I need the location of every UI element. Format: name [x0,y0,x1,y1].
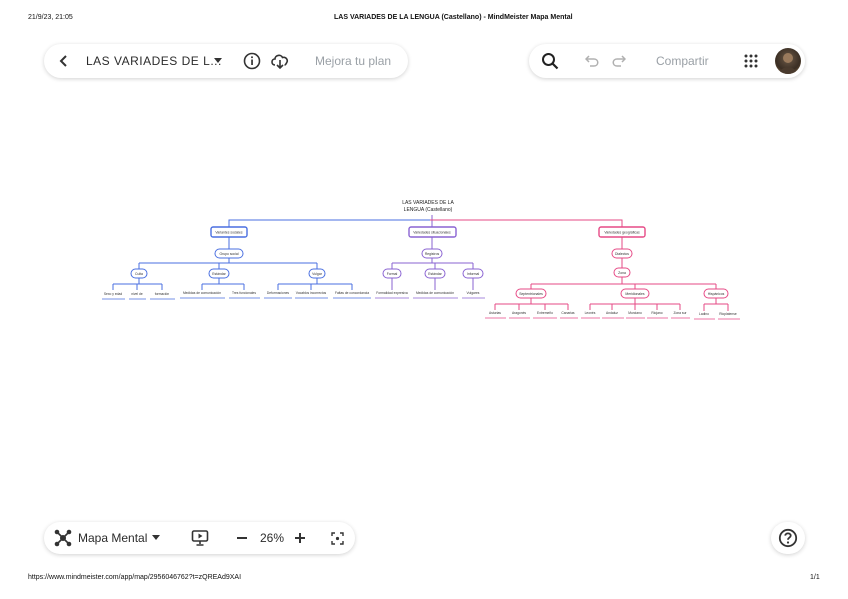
leaf-vocablos-incorrectos[interactable]: Vocablos incorrectos [296,291,327,295]
leaf-extremeno[interactable]: Extremeño [537,311,553,315]
node-culta[interactable]: Culta [135,272,143,276]
undo-icon [584,55,598,67]
share-button[interactable]: Compartir [656,54,709,68]
root-node-line1[interactable]: LAS VARIADES DE LA [402,200,454,206]
leaf-vulgares[interactable]: Vulgares [467,291,480,295]
leaf-deformaciones[interactable]: Deformaciones [267,291,290,295]
mind-map-canvas[interactable]: LAS VARIADES DE LA LENGUA (Castellano) V… [0,0,848,599]
minus-icon [237,537,247,539]
map-title-toolbar: LAS VARIADES DE L... Mejora tu plan [44,44,408,78]
leaf-tres-funcionales[interactable]: Tres funcionales [232,291,256,295]
node-variedades-geograficas[interactable]: Variedades geográficas [604,231,640,235]
title-dropdown-button[interactable] [211,54,225,68]
leaf-leones[interactable]: Leonés [585,311,596,315]
node-informal[interactable]: Informal [467,272,479,276]
node-meridionales[interactable]: Meridionales [625,292,645,296]
node-registros[interactable]: Registros [425,252,440,256]
presentation-button[interactable] [190,528,210,548]
redo-icon [612,55,626,67]
node-estandar-registro[interactable]: Estándar [428,272,442,276]
info-button[interactable] [242,51,262,71]
print-page-number: 1/1 [810,574,820,581]
leaf-medidas-comunicacion-social[interactable]: Medidas de comunicación [183,291,221,295]
print-url: https://www.mindmeister.com/app/map/2956… [28,574,242,581]
leaf-andaluz[interactable]: Andaluz [606,311,618,315]
view-toolbar: Mapa Mental 26% [44,522,355,554]
leaf-zona-sur[interactable]: Zona sur [673,311,687,315]
leaf-sexo-edad[interactable]: Sexo y edad [104,292,122,296]
fit-screen-icon [330,531,344,545]
upgrade-plan-link[interactable]: Mejora tu plan [315,54,391,68]
node-estandar-social[interactable]: Estándar [212,272,226,276]
node-formal[interactable]: Formal [387,272,398,276]
cloud-download-button[interactable] [269,51,291,71]
print-datetime: 21/9/23, 21:05 [28,14,73,21]
node-hispanicos[interactable]: Hispánicos [708,292,725,296]
apps-menu-button[interactable] [743,53,759,69]
node-variantes-sociales[interactable]: Variantes sociales [215,231,243,235]
cloud-download-icon [271,54,289,70]
leaf-formalidad-expresiva[interactable]: Formalidad expresiva [376,291,408,295]
leaf-murciano[interactable]: Murciano [628,311,642,315]
mind-map-icon [54,529,72,547]
leaf-ladino[interactable]: Ladino [699,312,709,316]
leaf-medidas-comunicacion-registro[interactable]: Medidas de comunicación [416,291,454,295]
caret-down-icon [152,535,161,540]
back-button[interactable] [56,52,72,70]
leaf-formacion[interactable]: formación [155,292,170,296]
node-zona[interactable]: Zona [618,271,626,275]
root-node-line2[interactable]: LENGUA (Castellano) [404,207,453,213]
node-septentrionales[interactable]: Septentrionales [519,292,543,296]
user-avatar[interactable] [775,48,801,74]
leaf-rioplatense[interactable]: Rioplatense [719,312,737,316]
help-button[interactable] [771,522,805,554]
info-icon [243,52,261,70]
presentation-icon [191,530,209,546]
leaf-riojano[interactable]: Riojano [651,311,662,315]
zoom-level: 26% [260,531,285,545]
view-mode-label: Mapa Mental [78,531,148,545]
leaf-aragones[interactable]: Aragonés [512,311,526,315]
map-title[interactable]: LAS VARIADES DE L... [86,54,222,68]
leaf-canarias[interactable]: Canarias [561,311,575,315]
print-doc-title: LAS VARIADES DE LA LENGUA (Castellano) -… [334,14,573,21]
undo-button[interactable] [584,52,600,70]
node-vulgar[interactable]: Vulgar [312,272,323,276]
leaf-asturias[interactable]: Asturias [489,311,501,315]
search-icon [542,53,559,70]
node-grupo-social[interactable]: Grupo social [219,252,238,256]
zoom-in-button[interactable] [292,530,308,546]
redo-button[interactable] [610,52,626,70]
actions-toolbar: Compartir [529,44,805,78]
help-icon [778,528,798,548]
view-mode-dropdown[interactable]: Mapa Mental [54,528,161,548]
leaf-nivel-de[interactable]: nivel de [131,292,143,296]
zoom-out-button[interactable] [234,530,250,546]
caret-down-icon [214,58,222,63]
node-dialectos[interactable]: Dialectos [615,252,629,256]
apps-grid-icon [744,54,758,68]
avatar-icon [779,53,797,74]
chevron-left-icon [59,55,67,67]
node-variedades-situacionales[interactable]: Variedades situacionales [413,231,451,235]
fit-to-screen-button[interactable] [329,530,345,546]
plus-icon [295,533,305,543]
search-button[interactable] [540,51,560,71]
leaf-faltas-concordancia[interactable]: Faltas de concordancia [335,291,369,295]
